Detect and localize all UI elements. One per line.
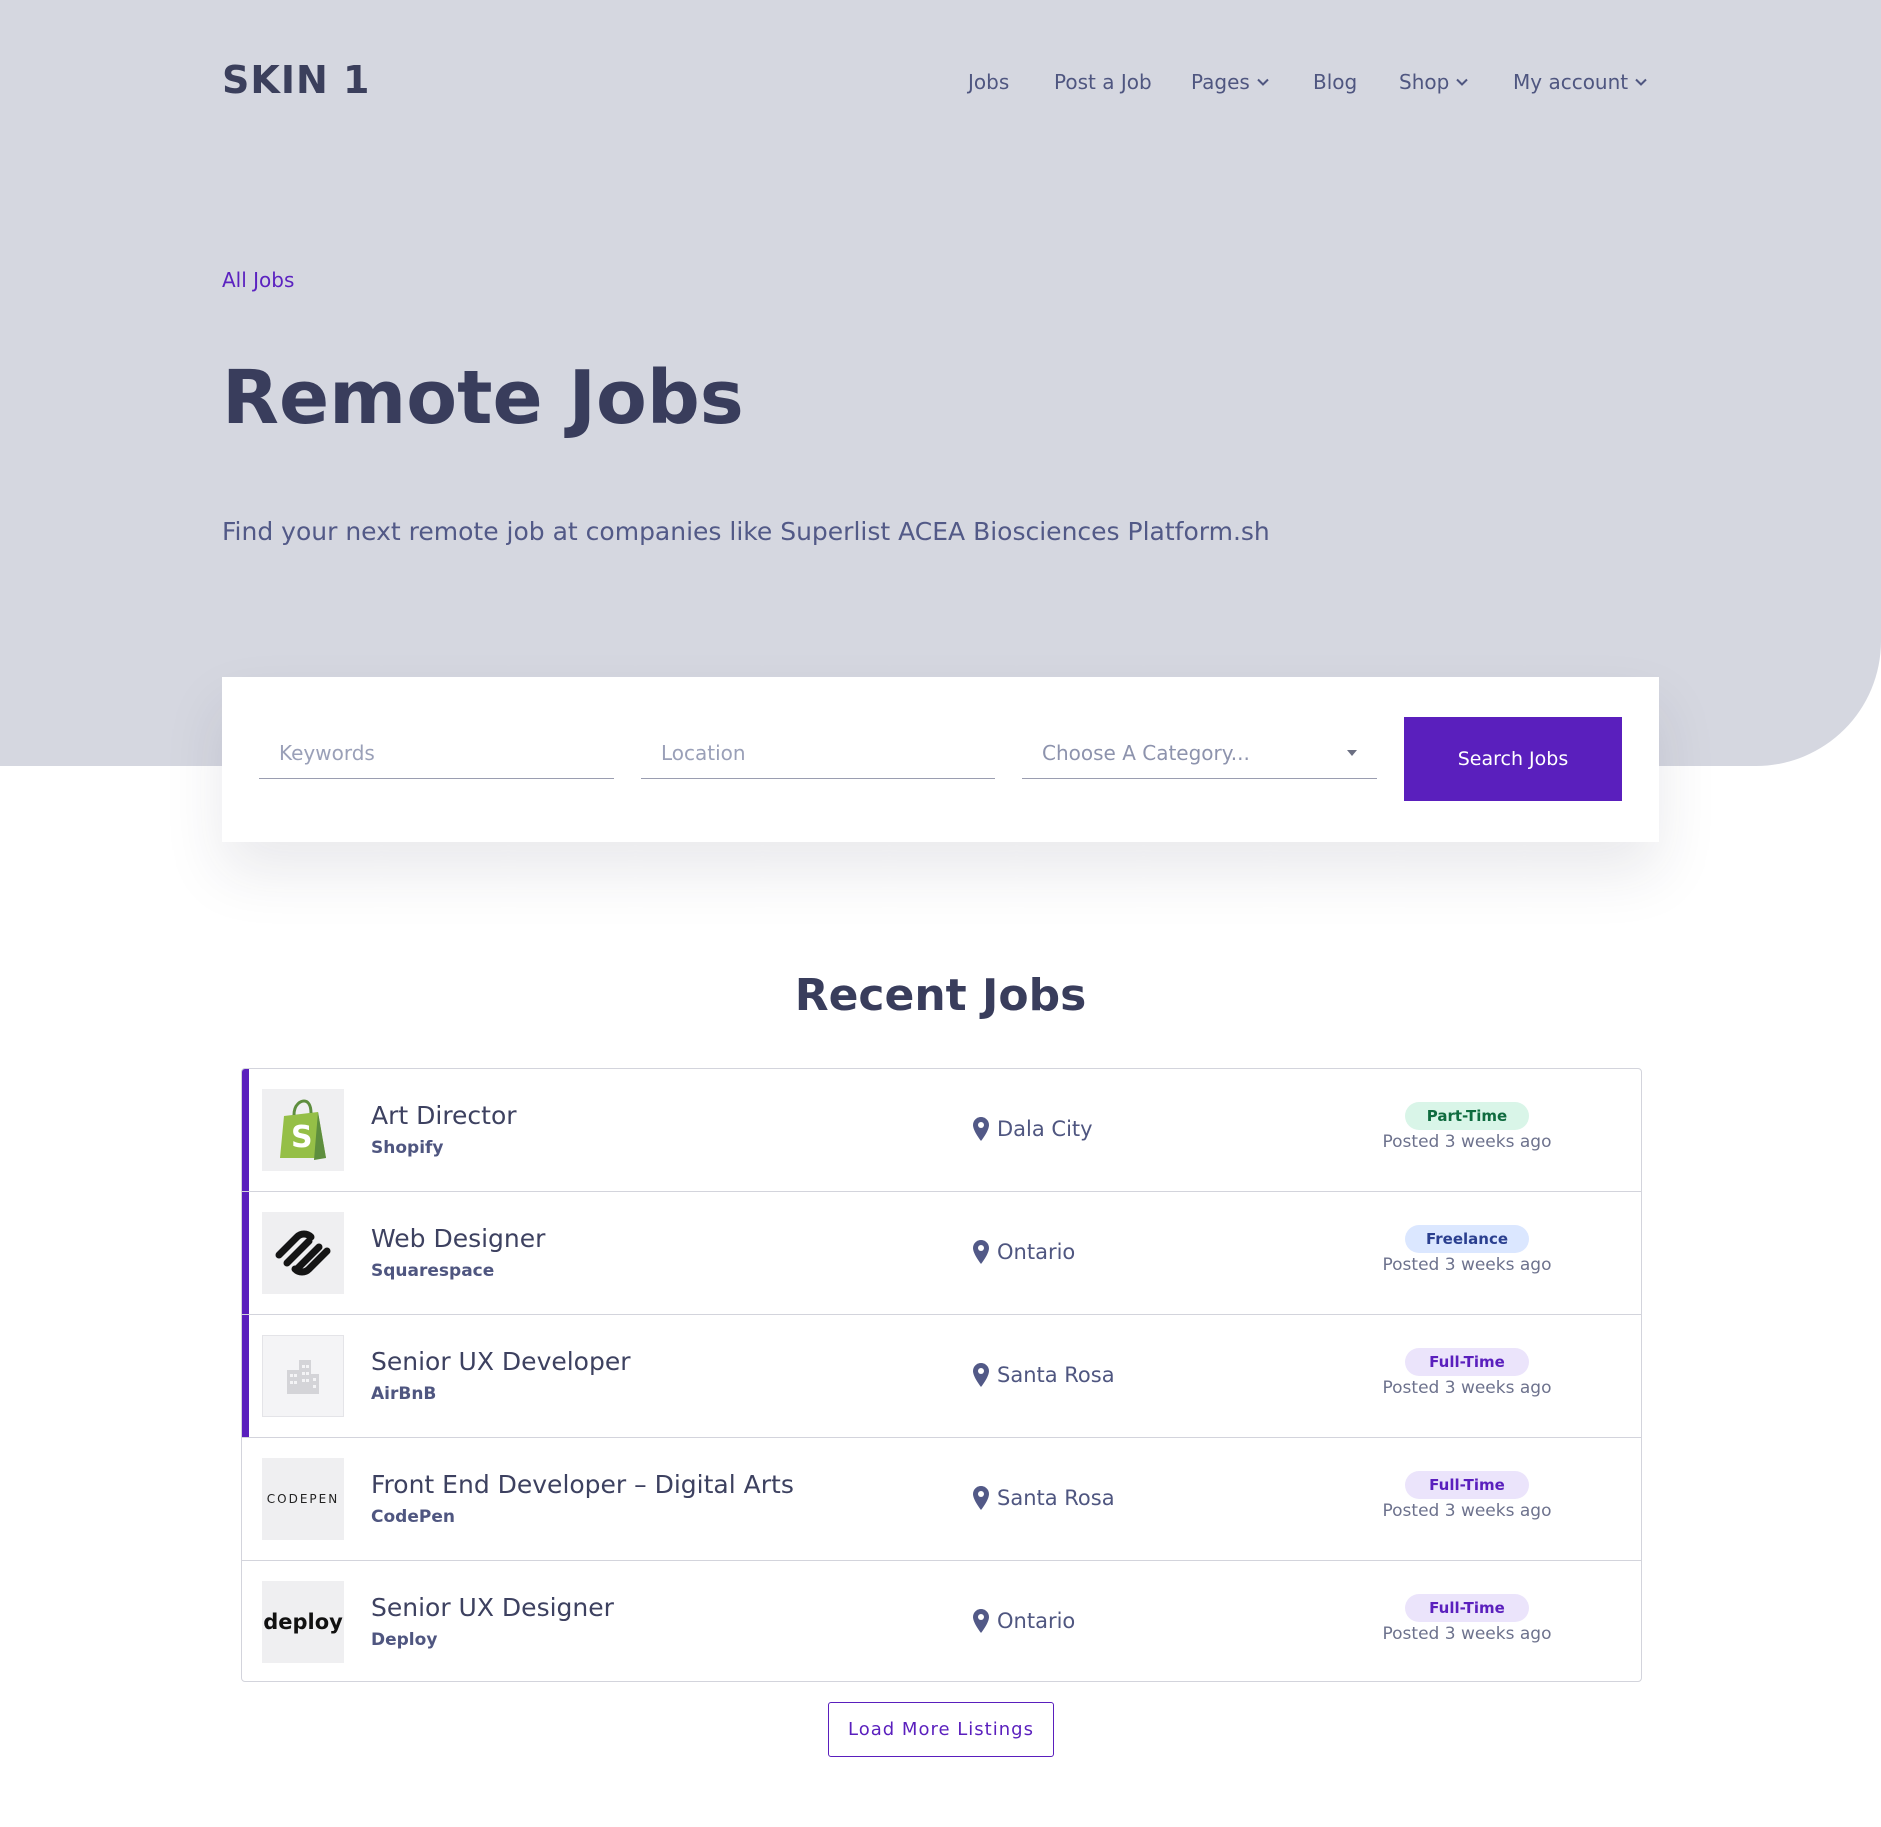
job-title[interactable]: Web Designer bbox=[371, 1224, 545, 1253]
job-location-label: Santa Rosa bbox=[997, 1363, 1115, 1387]
breadcrumb-all-jobs[interactable]: All Jobs bbox=[222, 268, 294, 292]
svg-text:S: S bbox=[291, 1120, 313, 1155]
nav-item-pages[interactable]: Pages bbox=[1191, 70, 1270, 94]
map-pin-icon bbox=[973, 1117, 989, 1141]
company-name: Deploy bbox=[371, 1630, 438, 1650]
job-search-form: Choose A Category... Search Jobs bbox=[222, 677, 1659, 842]
job-type-badge: Full-Time bbox=[1405, 1471, 1529, 1499]
job-listing-row[interactable]: Web Designer Squarespace Ontario Freelan… bbox=[242, 1192, 1641, 1315]
category-select[interactable]: Choose A Category... bbox=[1022, 727, 1377, 779]
map-pin-icon bbox=[973, 1609, 989, 1633]
recent-jobs-heading: Recent Jobs bbox=[794, 970, 1087, 1021]
nav-item-blog[interactable]: Blog bbox=[1313, 70, 1357, 94]
shopify-logo-icon: S bbox=[280, 1099, 326, 1160]
nav-item-label: Shop bbox=[1399, 70, 1450, 94]
job-type-badge: Part-Time bbox=[1405, 1102, 1529, 1130]
caret-down-icon bbox=[1347, 749, 1357, 756]
company-logo bbox=[262, 1212, 344, 1294]
job-title[interactable]: Art Director bbox=[371, 1101, 517, 1130]
job-location: Ontario bbox=[973, 1240, 1075, 1264]
nav-item-label: Blog bbox=[1313, 70, 1358, 94]
nav-item-shop[interactable]: Shop bbox=[1399, 70, 1469, 94]
job-location: Santa Rosa bbox=[973, 1363, 1115, 1387]
nav-item-label: Post a Job bbox=[1054, 70, 1152, 94]
nav-item-label: Pages bbox=[1191, 70, 1250, 94]
codepen-logo: CODEPEN bbox=[266, 1492, 340, 1506]
company-name: Squarespace bbox=[371, 1261, 495, 1281]
nav-item-my-account[interactable]: My account bbox=[1513, 70, 1648, 94]
company-logo: CODEPEN bbox=[262, 1458, 344, 1540]
company-placeholder-icon bbox=[287, 1360, 319, 1394]
job-location-label: Dala City bbox=[997, 1117, 1093, 1141]
location-input[interactable] bbox=[641, 727, 995, 779]
map-pin-icon bbox=[973, 1486, 989, 1510]
category-select-value: Choose A Category... bbox=[1042, 740, 1250, 765]
job-listing-row[interactable]: CODEPEN Front End Developer – Digital Ar… bbox=[242, 1438, 1641, 1561]
company-name: AirBnB bbox=[371, 1384, 437, 1404]
job-title[interactable]: Senior UX Developer bbox=[371, 1347, 631, 1376]
job-title[interactable]: Front End Developer – Digital Arts bbox=[371, 1470, 794, 1499]
main-nav: Jobs Post a Job Pages Blog Shop My accou… bbox=[0, 70, 1881, 100]
load-more-listings-button[interactable]: Load More Listings bbox=[828, 1702, 1054, 1757]
posted-date: Posted 3 weeks ago bbox=[1382, 1132, 1552, 1152]
job-location-label: Santa Rosa bbox=[997, 1486, 1115, 1510]
page-title: Remote Jobs bbox=[222, 355, 744, 441]
search-jobs-button[interactable]: Search Jobs bbox=[1404, 717, 1622, 801]
posted-date: Posted 3 weeks ago bbox=[1382, 1378, 1552, 1398]
chevron-down-icon bbox=[1456, 78, 1469, 86]
job-listing-row[interactable]: Senior UX Developer AirBnB Santa Rosa Fu… bbox=[242, 1315, 1641, 1438]
company-name: Shopify bbox=[371, 1138, 444, 1158]
nav-item-jobs[interactable]: Jobs bbox=[968, 70, 1009, 94]
nav-item-label: Jobs bbox=[968, 70, 1010, 94]
nav-item-label: My account bbox=[1513, 70, 1629, 94]
job-type-badge: Full-Time bbox=[1405, 1348, 1529, 1376]
job-location-label: Ontario bbox=[997, 1240, 1076, 1264]
job-listing-row[interactable]: deploy Senior UX Designer Deploy Ontario… bbox=[242, 1561, 1641, 1681]
squarespace-logo-icon bbox=[275, 1230, 331, 1276]
posted-date: Posted 3 weeks ago bbox=[1382, 1624, 1552, 1644]
map-pin-icon bbox=[973, 1363, 989, 1387]
job-type-badge: Full-Time bbox=[1405, 1594, 1529, 1622]
job-location-label: Ontario bbox=[997, 1609, 1076, 1633]
chevron-down-icon bbox=[1635, 78, 1647, 86]
nav-item-post-a-job[interactable]: Post a Job bbox=[1054, 70, 1152, 94]
company-logo: S bbox=[262, 1089, 344, 1171]
job-title[interactable]: Senior UX Designer bbox=[371, 1593, 614, 1622]
keywords-input[interactable] bbox=[259, 727, 614, 779]
chevron-down-icon bbox=[1257, 78, 1269, 86]
deploy-logo: deploy bbox=[263, 1610, 343, 1634]
map-pin-icon bbox=[973, 1240, 989, 1264]
company-name: CodePen bbox=[371, 1507, 455, 1527]
company-logo bbox=[262, 1335, 344, 1417]
job-location: Ontario bbox=[973, 1609, 1075, 1633]
job-location: Santa Rosa bbox=[973, 1486, 1115, 1510]
company-logo: deploy bbox=[262, 1581, 344, 1663]
page-subtitle: Find your next remote job at companies l… bbox=[222, 517, 1270, 546]
posted-date: Posted 3 weeks ago bbox=[1382, 1501, 1552, 1521]
job-listing-row[interactable]: S Art Director Shopify Dala City Part-Ti… bbox=[242, 1069, 1641, 1192]
job-location: Dala City bbox=[973, 1117, 1093, 1141]
posted-date: Posted 3 weeks ago bbox=[1382, 1255, 1552, 1275]
job-type-badge: Freelance bbox=[1405, 1225, 1529, 1253]
job-listings: S Art Director Shopify Dala City Part-Ti… bbox=[241, 1068, 1642, 1682]
